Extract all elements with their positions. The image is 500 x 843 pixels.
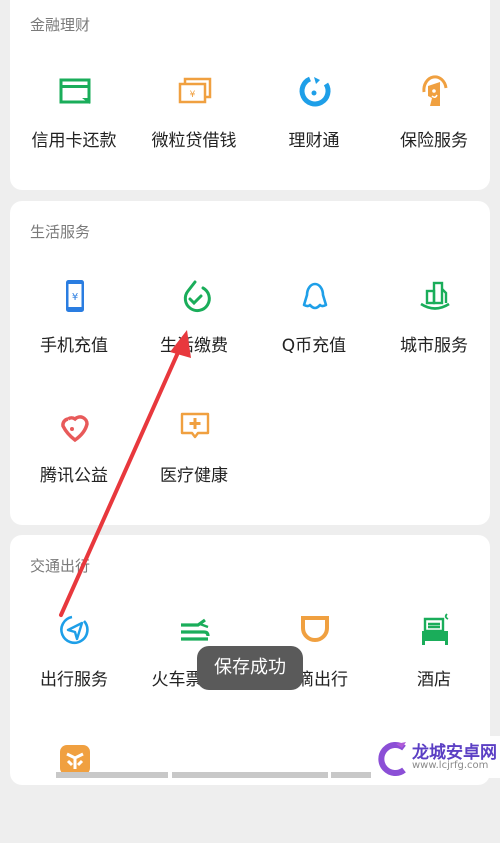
service-label: 微粒贷借钱 [151,131,237,151]
service-label: 出行服务 [40,670,108,690]
dragon-logo-icon [378,742,406,776]
section-title: 金融理财 [30,16,91,34]
service-label: 腾讯公益 [40,466,108,486]
service-label: 理财通 [288,131,340,151]
section-title: 生活服务 [30,223,91,241]
section-title: 交通出行 [30,557,91,575]
watermark-url: www.lcjrfg.com [412,760,489,771]
bill-payment-icon [178,279,212,313]
life-services-section: 生活服务 ¥ 手机充值 生活缴费 Q币充值 城市服务 腾讯公益 医疗健康 [10,201,490,525]
navigation-icon [58,613,92,647]
watermark: 龙城安卓网 www.lcjrfg.com [372,736,500,778]
toast-save-success: 保存成功 [197,646,303,690]
service-weilidai[interactable]: ¥ 微粒贷借钱 [134,74,254,174]
service-label: 保险服务 [400,131,468,151]
train-icon [178,613,212,647]
charity-heart-icon [58,409,92,443]
service-label: 酒店 [417,670,451,690]
medical-icon [178,409,212,443]
scroll-indicator [172,772,328,778]
credit-card-icon [58,74,92,108]
banknote-icon: ¥ [178,74,212,108]
service-bill-payment[interactable]: 生活缴费 [134,279,254,379]
service-label: 城市服务 [400,336,468,356]
scroll-indicator [56,772,168,778]
service-q-coin[interactable]: Q币充值 [254,279,374,379]
service-label: 医疗健康 [160,466,228,486]
wealth-icon [298,74,332,108]
service-shopping[interactable] [14,743,134,843]
finance-section: 金融理财 信用卡还款 ¥ 微粒贷借钱 理财通 保险服务 [10,0,490,190]
insurance-icon [418,74,452,108]
scroll-indicator [331,772,371,778]
service-label: 手机充值 [40,336,108,356]
service-label: 生活缴费 [160,336,228,356]
service-medical[interactable]: 医疗健康 [134,409,254,509]
service-hotel[interactable]: 酒店 [374,613,494,713]
service-phone-recharge[interactable]: ¥ 手机充值 [14,279,134,379]
city-icon [418,279,452,313]
service-credit-card-repay[interactable]: 信用卡还款 [14,74,134,174]
service-insurance[interactable]: 保险服务 [374,74,494,174]
service-city[interactable]: 城市服务 [374,279,494,379]
qq-penguin-icon [298,279,332,313]
hotel-bed-icon [418,613,452,647]
service-label: Q币充值 [281,336,347,356]
service-travel[interactable]: 出行服务 [14,613,134,713]
svg-text:¥: ¥ [190,90,196,100]
service-licaitong[interactable]: 理财通 [254,74,374,174]
phone-recharge-icon: ¥ [58,279,92,313]
service-label: 信用卡还款 [31,131,117,151]
service-tencent-charity[interactable]: 腾讯公益 [14,409,134,509]
svg-text:¥: ¥ [72,292,78,303]
didi-icon [298,613,332,647]
